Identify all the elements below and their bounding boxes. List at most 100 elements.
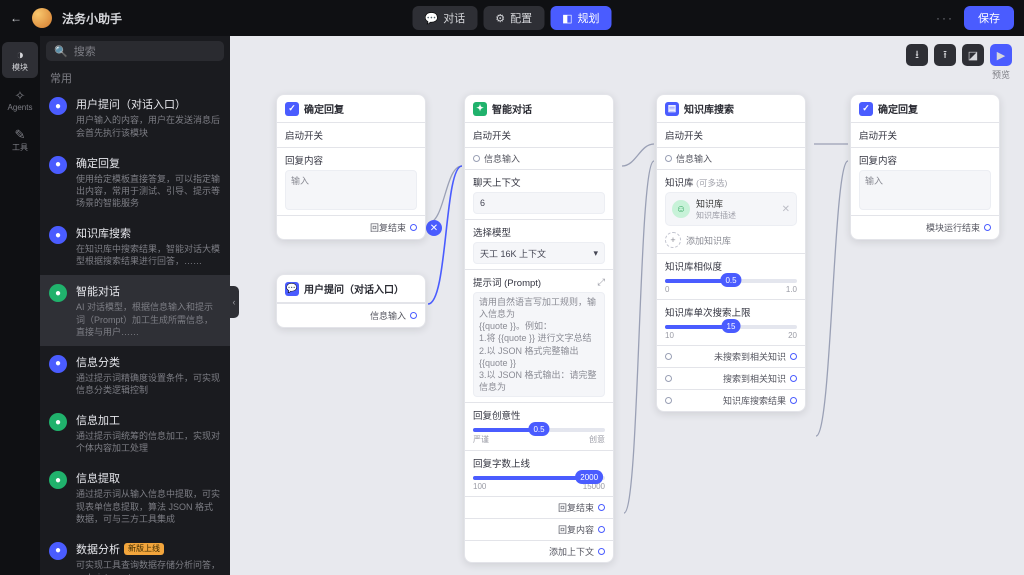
sidebar-section: 常用	[40, 66, 230, 88]
node-reply-2-title: 确定回复	[878, 101, 918, 116]
kb-out1: 搜索到相关知识	[676, 372, 786, 385]
creativity-max: 创意	[589, 434, 605, 445]
sidebar-item-0[interactable]: ●用户提问（对话入口）用户输入的内容，用户在发送消息后会首先执行该模块	[40, 88, 230, 146]
node-smart-chat-out-2[interactable]: 添加上下文	[465, 540, 613, 562]
node-smart-chat-ctx-input[interactable]: 6	[473, 192, 605, 214]
node-kb-search[interactable]: ▤知识库搜索 启动开关 信息输入 知识库 (可多选) ☺ 知识库 知识库插述 ✕…	[656, 94, 806, 412]
module-title: 确定回复	[76, 155, 220, 171]
module-icon: ●	[49, 97, 67, 115]
new-badge: 新版上线	[124, 543, 164, 555]
node-smart-chat-creativity-slider[interactable]: 0.5	[473, 428, 605, 432]
run-button[interactable]: ▶	[990, 44, 1012, 66]
chat-node-icon: ✦	[473, 102, 487, 116]
limit-value: 2000	[575, 470, 603, 484]
node-reply-1[interactable]: ✓确定回复 启动开关 回复内容 输入 回复结束	[276, 94, 426, 240]
node-kb-search-out-1[interactable]: 搜索到相关知识	[657, 367, 805, 389]
search-input[interactable]: 🔍 搜索	[46, 41, 224, 61]
module-list[interactable]: ●用户提问（对话入口）用户输入的内容，用户在发送消息后会首先执行该模块●确定回复…	[40, 88, 230, 575]
export-button[interactable]: ⭱	[934, 44, 956, 66]
kb-item[interactable]: ☺ 知识库 知识库插述 ✕	[665, 192, 797, 226]
sidebar: 🔍 搜索 常用 ●用户提问（对话入口）用户输入的内容，用户在发送消息后会首先执行…	[40, 36, 230, 575]
node-kb-search-sim-label: 知识库相似度	[665, 259, 797, 273]
module-title: 信息提取	[76, 470, 220, 486]
node-smart-chat-out-0[interactable]: 回复结束	[465, 496, 613, 518]
node-kb-search-out-0[interactable]: 未搜索到相关知识	[657, 345, 805, 367]
tab-plan[interactable]: ◧ 规划	[550, 6, 611, 30]
sidebar-item-1[interactable]: ●确定回复使用给定模板直接答复，可以指定输出内容，常用于测试、引导、提示等场景的…	[40, 147, 230, 217]
sidebar-item-5[interactable]: ●信息加工通过提示词统筹的信息加工，实现对个体内容加工处理	[40, 404, 230, 462]
kb-item-desc: 知识库插述	[696, 210, 776, 221]
expand-icon[interactable]: ⤢	[597, 277, 605, 288]
node-smart-chat-limit-slider[interactable]: 2000	[473, 476, 605, 480]
out2-label: 添加上下文	[549, 545, 594, 558]
node-reply-1-body-label: 回复内容	[285, 153, 417, 167]
preview-label: 预览	[992, 68, 1010, 81]
node-reply-2-body-input[interactable]: 输入	[859, 170, 991, 210]
module-title: 智能对话	[76, 283, 220, 299]
reply2-icon: ✓	[859, 102, 873, 116]
module-desc: 可实现工具查询数据存储分析问答，code interpreter	[76, 559, 220, 575]
node-user-input-out[interactable]: 信息输入	[277, 303, 425, 327]
sidebar-item-7[interactable]: ●数据分析新版上线可实现工具查询数据存储分析问答，code interprete…	[40, 533, 230, 575]
node-user-input-title: 用户提问（对话入口）	[304, 281, 404, 296]
strip-agents[interactable]: ✧ Agents	[2, 82, 38, 118]
canvas[interactable]: ⭳ ⭱ ◪ ▶ 预览 ‹ ✕ ✓确定回复 启动开关 回复内容 输入 回复结束 💬…	[230, 36, 1024, 575]
more-button[interactable]: ···	[936, 11, 954, 25]
node-smart-chat-model-value: 天工 16K 上下文	[480, 247, 546, 260]
node-kb-search-sim-slider[interactable]: 0.5	[665, 279, 797, 283]
node-smart-chat[interactable]: ✦智能对话 启动开关 信息输入 聊天上下文 6 选择模型 天工 16K 上下文▾…	[464, 94, 614, 563]
node-smart-chat-prompt-input[interactable]: 请用自然语言写加工规则，输入信息为 {{quote }}。例如： 1.将 {{q…	[473, 292, 605, 397]
node-smart-chat-input-port[interactable]: 信息输入	[465, 147, 613, 169]
sidebar-item-3[interactable]: ●智能对话AI 对话模型，根据信息输入和提示词（Prompt）加工生成所需信息，…	[40, 275, 230, 345]
node-kb-search-out-2[interactable]: 知识库搜索结果	[657, 389, 805, 411]
add-kb-label: 添加知识库	[686, 234, 731, 247]
sidebar-collapse-handle[interactable]: ‹	[230, 286, 239, 318]
node-reply-1-body-input[interactable]: 输入	[285, 170, 417, 210]
strip-modules[interactable]: ◑ 模块	[2, 42, 38, 78]
save-button[interactable]: 保存	[964, 6, 1014, 30]
import-button[interactable]: ⭳	[906, 44, 928, 66]
node-smart-chat-out-1[interactable]: 回复内容	[465, 518, 613, 540]
tab-plan-label: 规划	[577, 10, 599, 26]
module-icon: ●	[49, 413, 67, 431]
node-user-input[interactable]: 💬用户提问（对话入口） 信息输入	[276, 274, 426, 328]
node-reply-2-toggle[interactable]: 启动开关	[859, 131, 897, 142]
out0-label: 回复结束	[558, 501, 594, 514]
node-smart-chat-model-select[interactable]: 天工 16K 上下文▾	[473, 242, 605, 264]
tools-icon: ✎	[15, 128, 26, 141]
sidebar-item-2[interactable]: ●知识库搜索在知识库中搜索结果，智能对话大模型根据搜索结果进行回答，……	[40, 217, 230, 275]
module-title: 用户提问（对话入口）	[76, 96, 220, 112]
creativity-value: 0.5	[528, 422, 549, 436]
layout-button[interactable]: ◪	[962, 44, 984, 66]
sim-value: 0.5	[720, 273, 741, 287]
node-reply-2[interactable]: ✓确定回复 启动开关 回复内容 输入 模块运行结束	[850, 94, 1000, 240]
sidebar-item-4[interactable]: ●信息分类通过提示词精确度设置条件，可实现信息分类逻辑控制	[40, 346, 230, 404]
node-smart-chat-limit-label: 回复字数上线	[473, 456, 605, 470]
node-kb-search-topk-slider[interactable]: 15	[665, 325, 797, 329]
search-placeholder: 搜索	[74, 43, 96, 59]
node-smart-chat-toggle[interactable]: 启动开关	[473, 131, 511, 142]
kb-out2: 知识库搜索结果	[676, 394, 786, 407]
module-desc: 通过提示词统筹的信息加工，实现对个体内容加工处理	[76, 430, 220, 454]
chat-icon: 💬	[425, 12, 439, 25]
back-button[interactable]: ←	[10, 11, 22, 25]
remove-kb-icon[interactable]: ✕	[782, 204, 790, 215]
node-smart-chat-title: 智能对话	[492, 101, 532, 116]
tab-config[interactable]: ⚙ 配置	[483, 6, 544, 30]
strip-agents-label: Agents	[8, 103, 33, 112]
delete-edge-button[interactable]: ✕	[426, 220, 442, 236]
search-icon: 🔍	[54, 45, 68, 58]
node-reply-1-title: 确定回复	[304, 101, 344, 116]
sidebar-item-6[interactable]: ●信息提取通过提示词从输入信息中提取，可实现表单信息提取，算法 JSON 格式数…	[40, 462, 230, 532]
node-reply-1-out[interactable]: 回复结束	[277, 215, 425, 239]
tab-chat-label: 对话	[443, 10, 465, 26]
node-kb-search-input-port[interactable]: 信息输入	[657, 147, 805, 169]
node-reply-2-out[interactable]: 模块运行结束	[851, 215, 999, 239]
node-reply-1-toggle[interactable]: 启动开关	[285, 131, 323, 142]
strip-tools[interactable]: ✎ 工具	[2, 122, 38, 158]
out1-label: 回复内容	[558, 523, 594, 536]
node-kb-search-toggle[interactable]: 启动开关	[665, 131, 703, 142]
kb-item-title: 知识库	[696, 197, 776, 210]
tab-chat[interactable]: 💬 对话	[413, 6, 478, 30]
add-kb-button[interactable]: +添加知识库	[665, 232, 797, 248]
